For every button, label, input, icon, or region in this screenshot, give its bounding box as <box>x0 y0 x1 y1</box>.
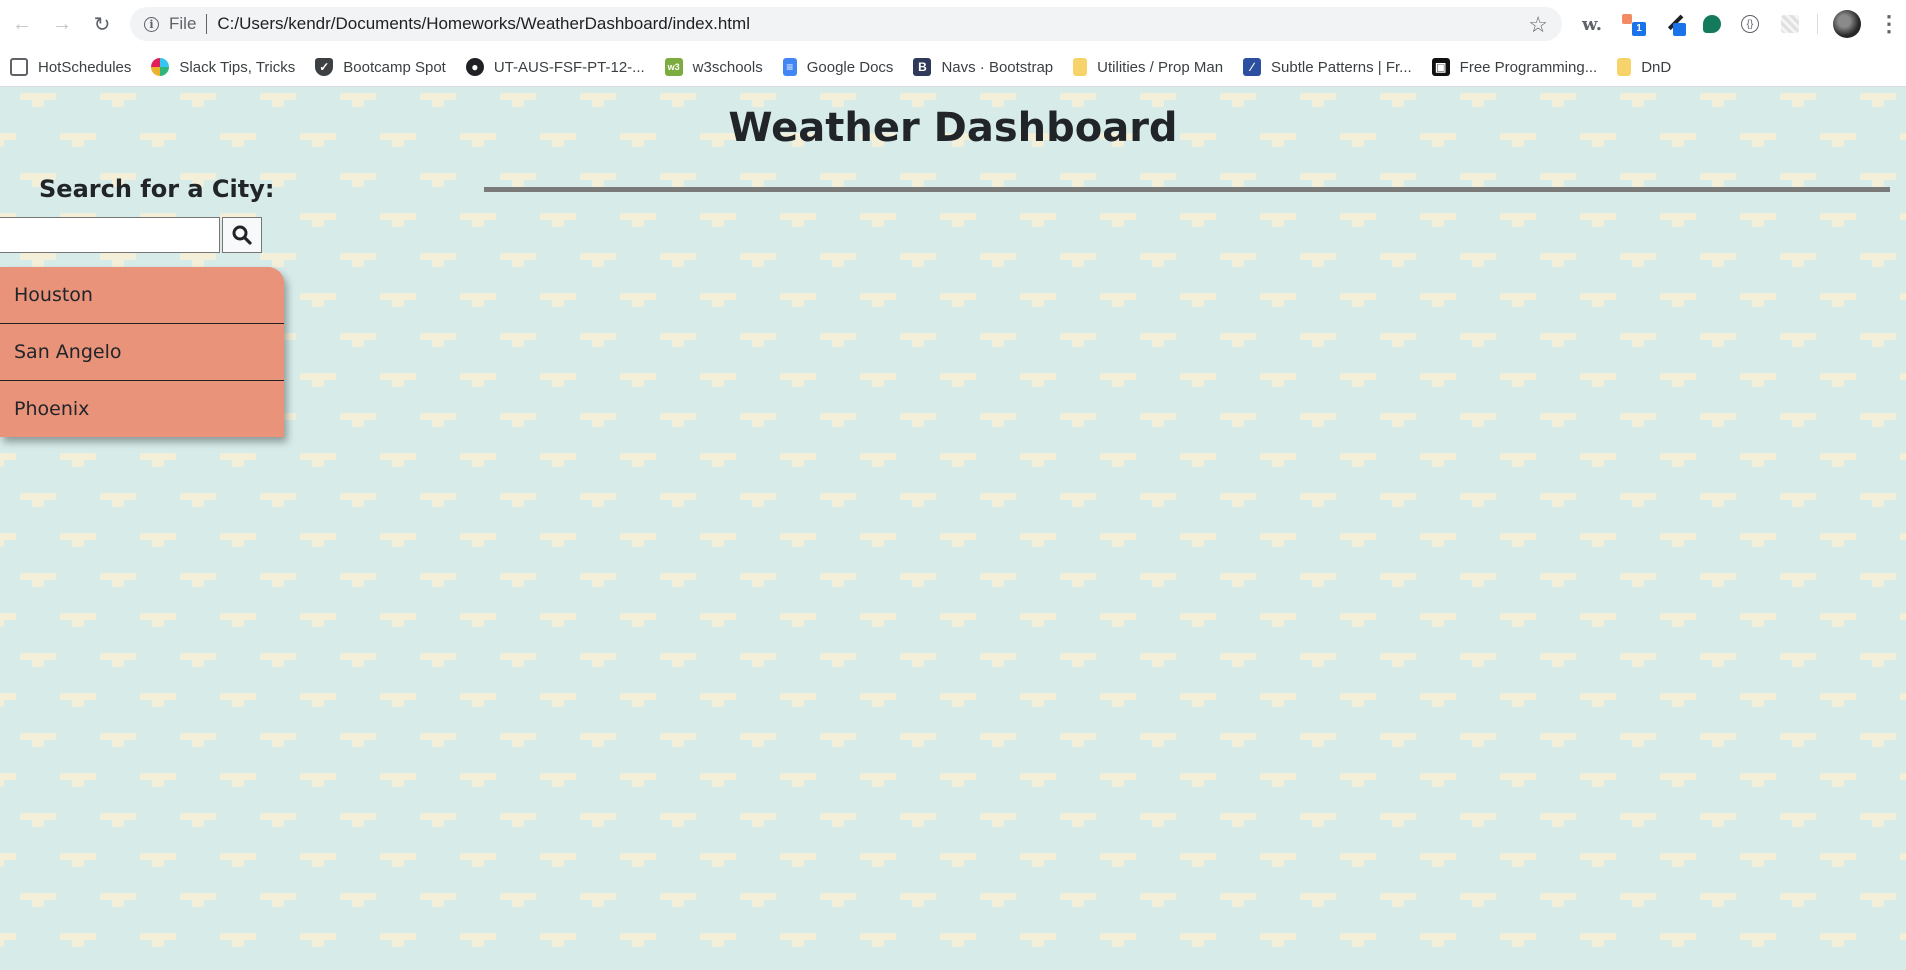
city-history-item[interactable]: Houston <box>0 267 284 324</box>
bookmark-label: Navs · Bootstrap <box>941 58 1054 76</box>
bookmark-label: w3schools <box>692 58 763 76</box>
city-history-item[interactable]: Phoenix <box>0 381 284 437</box>
address-bar[interactable]: i File C:/Users/kendr/Documents/Homework… <box>130 7 1562 41</box>
kebab-menu-icon[interactable]: ⋮ <box>1878 10 1900 38</box>
background-pattern <box>0 87 1906 970</box>
code-extension-icon[interactable]: {} <box>1738 12 1762 36</box>
profile-avatar[interactable] <box>1833 10 1861 38</box>
bookmark-label: Bootcamp Spot <box>343 58 446 76</box>
w3schools-icon: w3 <box>664 58 683 76</box>
bookmark-slack[interactable]: Slack Tips, Tricks <box>141 52 305 82</box>
extension-badge-count: 1 <box>1632 22 1646 36</box>
extension-badge-shape <box>1622 14 1632 24</box>
url-scheme: File <box>169 14 197 33</box>
bookmark-w3schools[interactable]: w3 w3schools <box>655 52 773 82</box>
eyedropper-extension-icon[interactable] <box>1662 12 1686 36</box>
bookmark-folder-dnd[interactable]: DnD <box>1607 52 1681 82</box>
page-title: Weather Dashboard <box>728 105 1178 151</box>
bookmark-label: UT-AUS-FSF-PT-12-... <box>493 58 645 76</box>
bookmark-label: Slack Tips, Tricks <box>179 58 296 76</box>
bookmark-bootstrap[interactable]: B Navs · Bootstrap <box>903 52 1063 82</box>
city-search-input[interactable] <box>0 217 220 253</box>
url-text[interactable]: C:/Users/kendr/Documents/Homeworks/Weath… <box>217 14 750 34</box>
city-history-item[interactable]: San Angelo <box>0 324 284 381</box>
bookmarks-bar: HotSchedules Slack Tips, Tricks ✓ Bootca… <box>0 48 1906 87</box>
search-button[interactable] <box>222 217 262 253</box>
bookmark-folder-utilities[interactable]: Utilities / Prop Man <box>1063 52 1233 82</box>
bookmark-label: Google Docs <box>806 58 894 76</box>
bookmark-label: HotSchedules <box>38 58 132 76</box>
horizontal-divider <box>484 187 1890 192</box>
chat-extension-icon[interactable] <box>1700 12 1724 36</box>
slack-icon <box>151 58 170 76</box>
hotschedules-icon <box>10 58 28 76</box>
bootcamp-shield-icon: ✓ <box>315 58 334 76</box>
page-content: Weather Dashboard Search for a City: Hou… <box>0 87 1906 970</box>
code-circle-shape: {} <box>1741 15 1759 33</box>
bookmark-label: DnD <box>1641 58 1672 76</box>
bookmark-free-programming[interactable]: ▣ Free Programming... <box>1422 52 1608 82</box>
extension-badge-icon[interactable]: 1 <box>1622 12 1646 36</box>
search-icon <box>232 225 252 245</box>
chat-bubble-shape <box>1703 15 1721 33</box>
eyedropper-color-swatch <box>1673 23 1686 36</box>
site-info-icon[interactable]: i <box>144 16 159 32</box>
bookmark-subtle-patterns[interactable]: ∕ Subtle Patterns | Fr... <box>1233 52 1422 82</box>
bookmark-label: Free Programming... <box>1459 58 1598 76</box>
bookmark-bootcamp-spot[interactable]: ✓ Bootcamp Spot <box>305 52 456 82</box>
bookmark-label: Subtle Patterns | Fr... <box>1271 58 1412 76</box>
forward-arrow-icon[interactable]: → <box>48 10 76 38</box>
grid-shape <box>1781 15 1799 33</box>
google-docs-icon: ≡ <box>782 58 797 76</box>
folder-icon <box>1073 58 1088 76</box>
bootstrap-icon: B <box>913 58 932 76</box>
folder-icon <box>1617 58 1632 76</box>
url-separator <box>206 14 208 34</box>
bookmark-github[interactable]: ● UT-AUS-FSF-PT-12-... <box>456 52 655 82</box>
bookmark-google-docs[interactable]: ≡ Google Docs <box>773 52 904 82</box>
free-programming-icon: ▣ <box>1431 58 1450 76</box>
grid-extension-icon[interactable] <box>1778 12 1802 36</box>
browser-toolbar: ← → ↻ i File C:/Users/kendr/Documents/Ho… <box>0 0 1906 48</box>
reload-icon[interactable]: ↻ <box>88 10 116 38</box>
bookmark-star-icon[interactable]: ☆ <box>1528 12 1548 38</box>
extension-w-icon[interactable]: w. <box>1580 12 1604 36</box>
search-history-list: Houston San Angelo Phoenix <box>0 267 284 437</box>
back-arrow-icon[interactable]: ← <box>8 10 36 38</box>
bookmark-hotschedules[interactable]: HotSchedules <box>0 52 141 82</box>
subtle-patterns-icon: ∕ <box>1243 58 1262 76</box>
toolbar-divider <box>1817 14 1818 34</box>
search-label: Search for a City: <box>39 175 275 203</box>
bookmark-label: Utilities / Prop Man <box>1097 58 1224 76</box>
github-icon: ● <box>465 58 484 76</box>
